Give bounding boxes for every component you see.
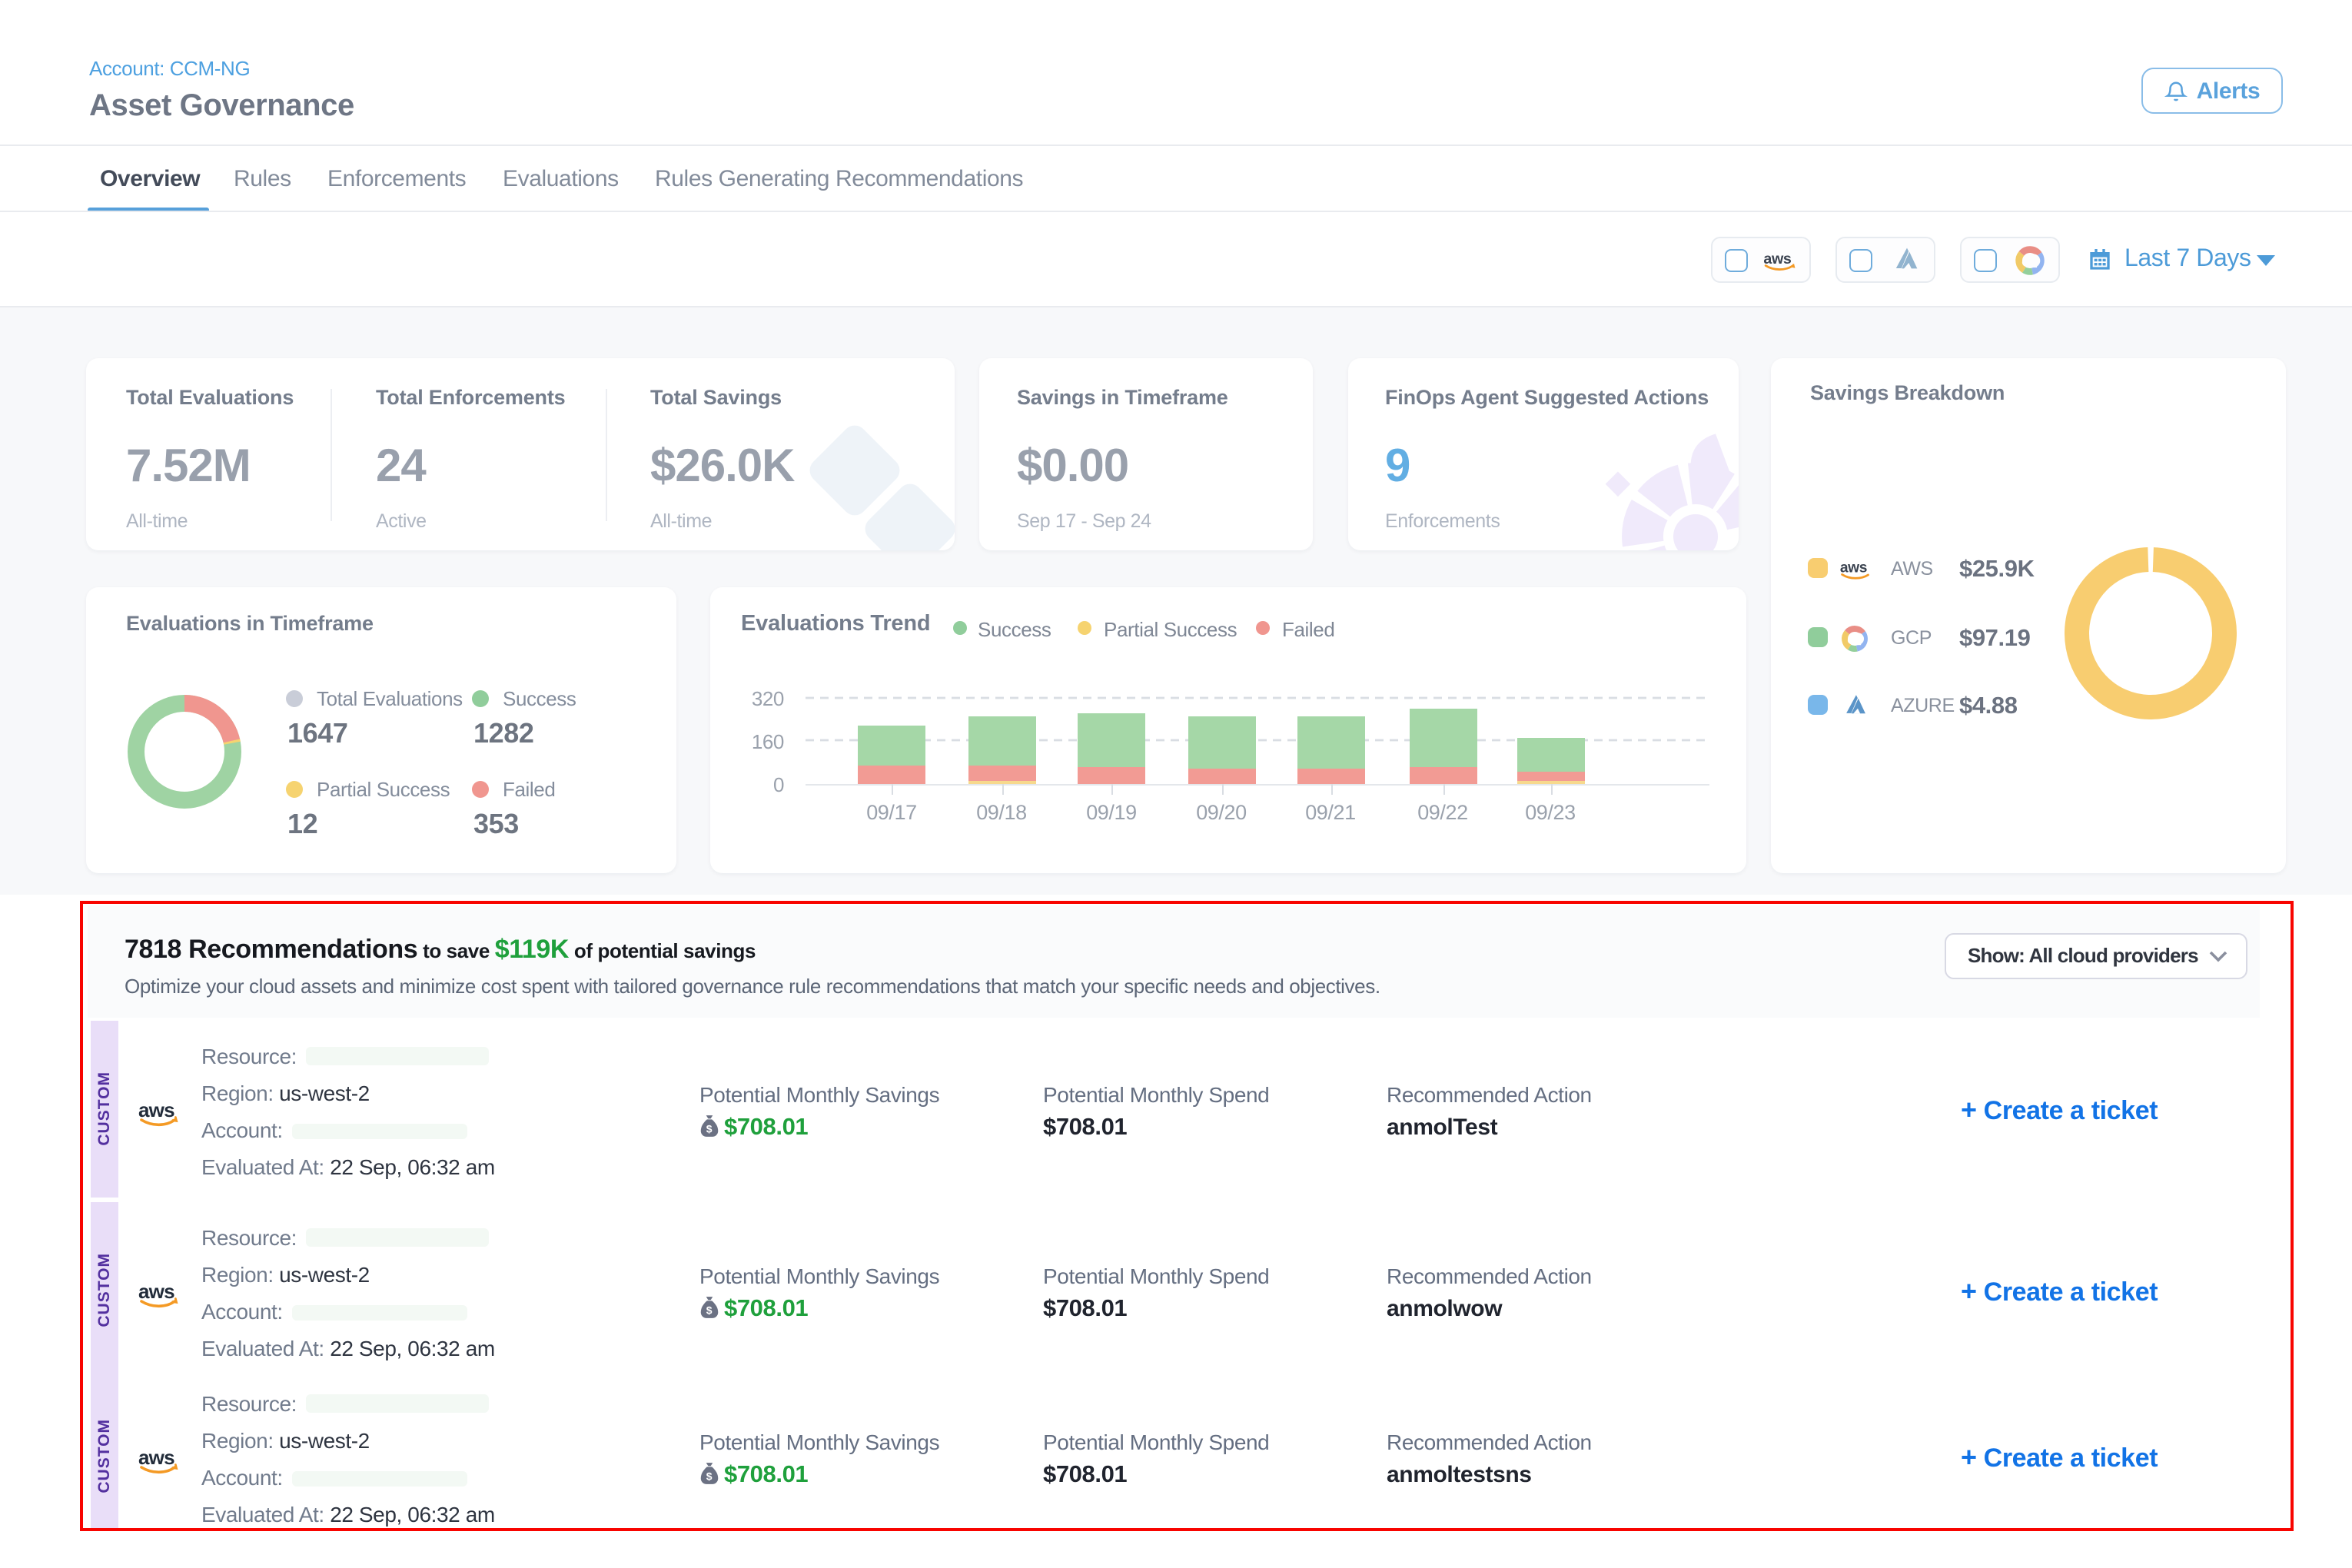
svg-text:aws: aws (1763, 250, 1791, 267)
svg-text:aws: aws (1840, 560, 1867, 576)
